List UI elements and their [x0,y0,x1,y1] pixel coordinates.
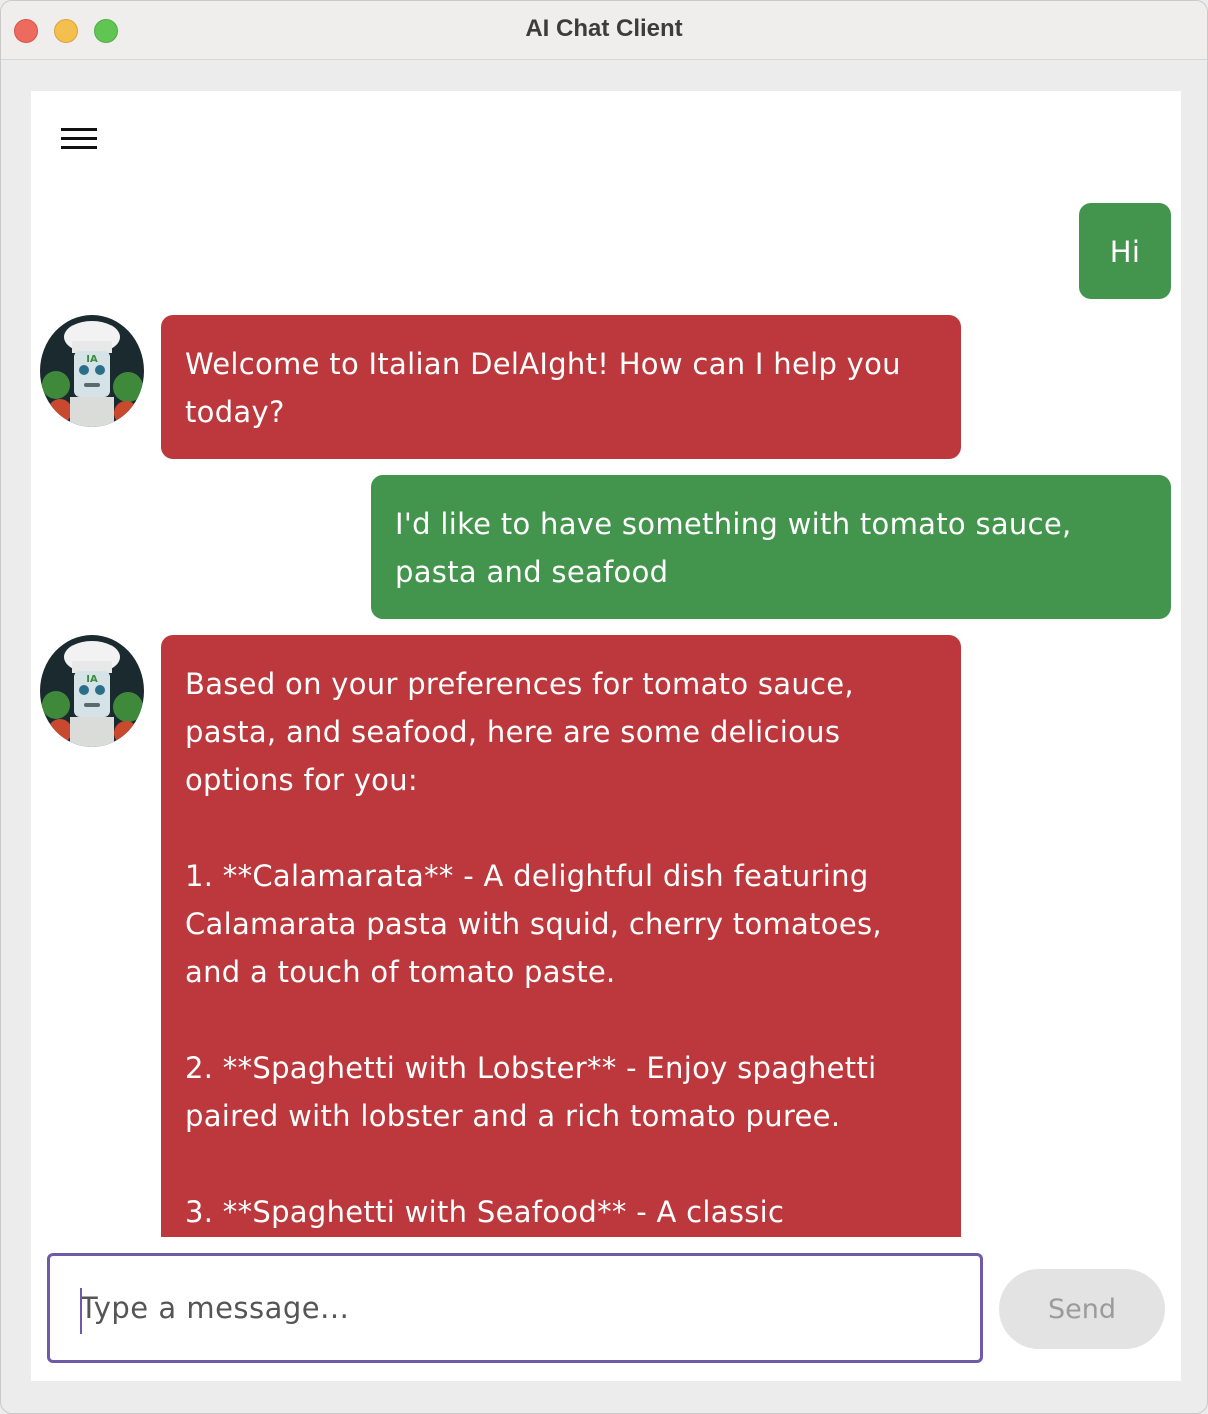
chat-panel: Hi IA Welcome to Italian DelAIght! How c… [31,91,1181,1381]
svg-text:IA: IA [86,674,98,685]
chef-robot-avatar: IA [40,635,144,747]
user-message-bubble: Hi [1079,203,1171,299]
message-input-container [47,1253,983,1363]
chef-robot-avatar: IA [40,315,144,427]
hamburger-menu-icon[interactable] [57,123,101,155]
title-bar: AI Chat Client [1,1,1207,60]
bot-message-bubble: Welcome to Italian DelAIght! How can I h… [161,315,961,459]
message-list[interactable]: Hi IA Welcome to Italian DelAIght! How c… [31,91,1181,1237]
bot-message-bubble: Based on your preferences for tomato sau… [161,635,961,1237]
user-message-bubble: I'd like to have something with tomato s… [371,475,1171,619]
svg-text:IA: IA [86,354,98,365]
send-button[interactable]: Send [999,1269,1165,1349]
window-title: AI Chat Client [525,15,683,42]
message-input[interactable] [50,1256,980,1360]
text-caret [80,1288,82,1334]
app-window: AI Chat Client Hi IA Welcome to Italian … [0,0,1208,1414]
